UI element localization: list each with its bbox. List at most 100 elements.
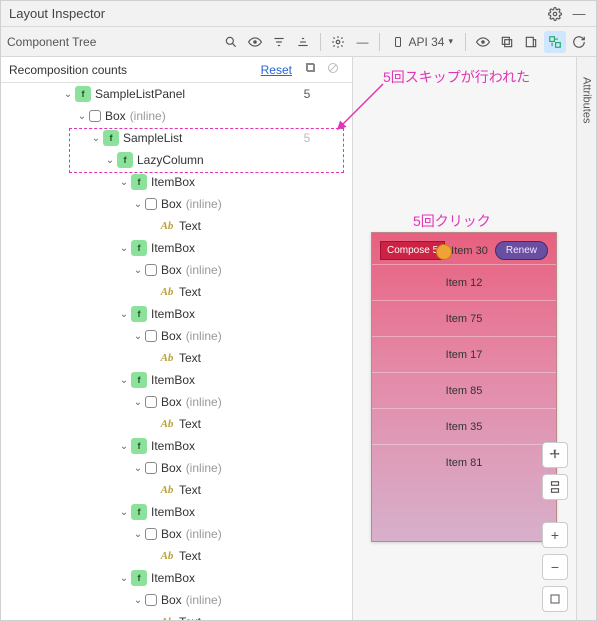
- node-name: Text: [179, 219, 201, 233]
- refresh-icon[interactable]: [568, 31, 590, 53]
- tree-row[interactable]: AbText: [1, 545, 352, 567]
- chevron-down-icon[interactable]: ⌄: [117, 309, 131, 320]
- tree-row[interactable]: ⌄fItemBox: [1, 435, 352, 457]
- chevron-down-icon[interactable]: ⌄: [117, 573, 131, 584]
- settings-icon[interactable]: [546, 5, 564, 23]
- chevron-down-icon[interactable]: ⌄: [117, 243, 131, 254]
- live-updates-icon[interactable]: [544, 31, 566, 53]
- layout-node-icon: [145, 462, 157, 474]
- node-suffix: (inline): [130, 109, 166, 123]
- list-item[interactable]: Item 35: [372, 408, 556, 444]
- tree-row[interactable]: ⌄fItemBox: [1, 567, 352, 589]
- compose-node-icon: f: [131, 240, 147, 256]
- attributes-tab[interactable]: Attributes: [576, 57, 596, 620]
- gear-icon[interactable]: [327, 31, 349, 53]
- node-name: Box: [161, 527, 182, 541]
- text-node-icon: Ab: [159, 218, 175, 234]
- chevron-down-icon[interactable]: ⌄: [89, 133, 103, 144]
- tree-row[interactable]: ⌄fLazyColumn: [1, 149, 352, 171]
- node-name: LazyColumn: [137, 153, 204, 167]
- chevron-down-icon[interactable]: ⌄: [131, 397, 145, 408]
- zoom-in-button[interactable]: +: [542, 522, 568, 548]
- chevron-down-icon[interactable]: ⌄: [131, 463, 145, 474]
- eye-icon[interactable]: [244, 31, 266, 53]
- node-name: ItemBox: [151, 241, 195, 255]
- filter-icon[interactable]: [268, 31, 290, 53]
- chevron-down-icon[interactable]: ⌄: [103, 155, 117, 166]
- chevron-down-icon[interactable]: ⌄: [131, 529, 145, 540]
- chevron-down-icon: ▾: [448, 36, 453, 47]
- compose-node-icon: f: [131, 438, 147, 454]
- tree-row[interactable]: ⌄Box(inline): [1, 457, 352, 479]
- list-item[interactable]: Item 81: [372, 444, 556, 480]
- list-item[interactable]: Item 85: [372, 372, 556, 408]
- tree-row[interactable]: AbText: [1, 281, 352, 303]
- layout-node-icon: [89, 110, 101, 122]
- minimize-icon[interactable]: —: [570, 5, 588, 23]
- node-suffix: (inline): [186, 263, 222, 277]
- tree-row[interactable]: ⌄Box(inline): [1, 589, 352, 611]
- layout-node-icon: [145, 264, 157, 276]
- eye2-icon[interactable]: [472, 31, 494, 53]
- chevron-down-icon[interactable]: ⌄: [61, 89, 75, 100]
- chevron-down-icon[interactable]: ⌄: [117, 177, 131, 188]
- tree-row[interactable]: ⌄Box(inline): [1, 391, 352, 413]
- layers-icon[interactable]: [542, 474, 568, 500]
- node-name: Text: [179, 483, 201, 497]
- tree-row[interactable]: AbText: [1, 347, 352, 369]
- search-icon[interactable]: [220, 31, 242, 53]
- tree-row[interactable]: ⌄Box(inline): [1, 105, 352, 127]
- list-item[interactable]: Item 75: [372, 300, 556, 336]
- tree-row[interactable]: ⌄fItemBox: [1, 303, 352, 325]
- tree-row[interactable]: AbText: [1, 479, 352, 501]
- chevron-down-icon[interactable]: ⌄: [131, 199, 145, 210]
- tree-row[interactable]: ⌄Box(inline): [1, 523, 352, 545]
- tree-row[interactable]: AbText: [1, 413, 352, 435]
- api-selector[interactable]: API 34 ▾: [386, 31, 459, 53]
- renew-button[interactable]: Renew: [495, 241, 548, 260]
- chevron-down-icon[interactable]: ⌄: [117, 375, 131, 386]
- chevron-down-icon[interactable]: ⌄: [75, 111, 89, 122]
- zoom-fit-button[interactable]: [542, 586, 568, 612]
- tree-row[interactable]: ⌄fItemBox: [1, 369, 352, 391]
- tree-row[interactable]: ⌄fSampleList5: [1, 127, 352, 149]
- compose-node-icon: f: [131, 174, 147, 190]
- list-item[interactable]: Item 12: [372, 264, 556, 300]
- node-name: ItemBox: [151, 175, 195, 189]
- compose-node-icon: f: [131, 372, 147, 388]
- compose-button[interactable]: Compose 5: [380, 241, 445, 260]
- tree-row[interactable]: ⌄fItemBox: [1, 501, 352, 523]
- overlay-icon[interactable]: [496, 31, 518, 53]
- list-item[interactable]: Item 17: [372, 336, 556, 372]
- node-name: Text: [179, 615, 201, 620]
- text-node-icon: Ab: [159, 614, 175, 620]
- reset-link[interactable]: Reset: [261, 63, 292, 77]
- node-suffix: (inline): [186, 461, 222, 475]
- node-name: Box: [161, 197, 182, 211]
- chevron-down-icon[interactable]: ⌄: [117, 441, 131, 452]
- tree-row[interactable]: ⌄Box(inline): [1, 193, 352, 215]
- toolbar: Component Tree — API 34 ▾: [1, 27, 596, 57]
- tree-row[interactable]: Ab Text: [1, 611, 352, 620]
- annotation-skip: 5回スキップが行われた: [383, 67, 530, 87]
- tree-row[interactable]: ⌄Box(inline): [1, 325, 352, 347]
- zoom-out-button[interactable]: −: [542, 554, 568, 580]
- tree-row[interactable]: ⌄f ItemBox: [1, 237, 352, 259]
- chevron-down-icon[interactable]: ⌄: [117, 507, 131, 518]
- tree-row[interactable]: ⌄f ItemBox: [1, 171, 352, 193]
- tree-row[interactable]: ⌄ Box (inline): [1, 259, 352, 281]
- chevron-down-icon[interactable]: ⌄: [131, 331, 145, 342]
- export-icon[interactable]: [520, 31, 542, 53]
- chevron-down-icon[interactable]: ⌄: [131, 265, 145, 276]
- tree-scroll[interactable]: ⌄fSampleListPanel5⌄Box(inline)⌄fSampleLi…: [1, 83, 352, 620]
- hide-icon[interactable]: —: [351, 31, 373, 53]
- pan-icon[interactable]: [542, 442, 568, 468]
- node-name: Box: [161, 263, 182, 277]
- chevron-down-icon[interactable]: ⌄: [131, 595, 145, 606]
- layout-node-icon: [145, 594, 157, 606]
- tree-row[interactable]: Ab Text: [1, 215, 352, 237]
- layout-node-icon: [145, 396, 157, 408]
- filter2-icon[interactable]: [292, 31, 314, 53]
- compose-node-icon: f: [103, 130, 119, 146]
- tree-row[interactable]: ⌄fSampleListPanel5: [1, 83, 352, 105]
